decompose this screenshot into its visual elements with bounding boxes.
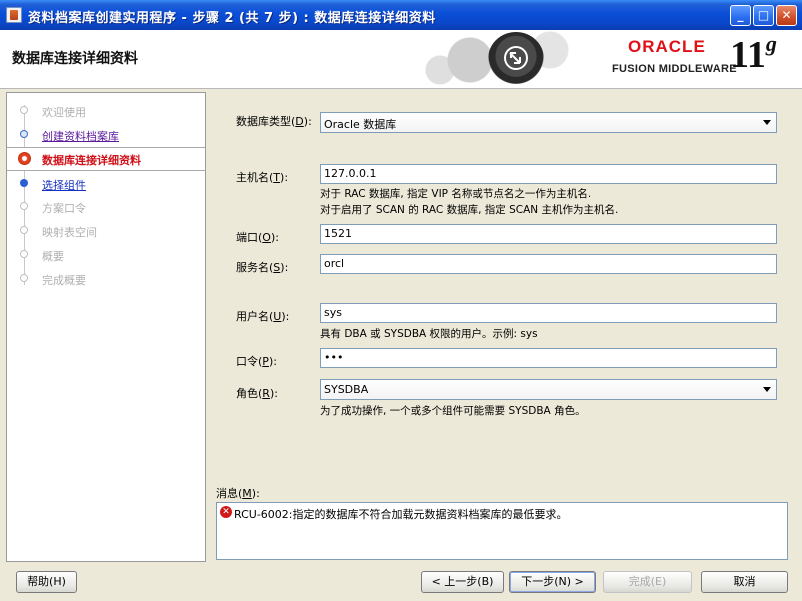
form-panel: 数据库类型(D): Oracle 数据库 主机名(T): 127.0.0.1 对… (208, 92, 798, 560)
next-button[interactable]: 下一步(N) > (509, 571, 596, 593)
current-step-icon (18, 152, 31, 165)
role-select[interactable]: SYSDBA (320, 379, 777, 400)
header-banner: 数据库连接详细资料 ORACLE FUSION MIDDLEWARE 11g (0, 30, 802, 89)
step-navigation: 欢迎使用 创建资料档案库 数据库连接详细资料 选择组件 方案口令 映射表空间 概… (6, 92, 206, 562)
nav-step-label: 欢迎使用 (42, 106, 86, 119)
nav-step-create-repository[interactable]: 创建资料档案库 (7, 124, 205, 146)
nav-step-summary: 概要 (7, 244, 205, 266)
maximize-button[interactable]: □ (753, 5, 774, 26)
cancel-button[interactable]: 取消 (701, 571, 788, 593)
nav-step-schema-passwords: 方案口令 (7, 196, 205, 218)
nav-step-label: 概要 (42, 250, 64, 263)
fusion-middleware-logo: FUSION MIDDLEWARE (612, 63, 737, 75)
role-hint: 为了成功操作, 一个或多个组件可能需要 SYSDBA 角色。 (320, 405, 586, 417)
host-label: 主机名(T): (236, 171, 289, 184)
nav-step-db-connection: 数据库连接详细资料 (7, 147, 205, 171)
back-button[interactable]: < 上一步(B) (421, 571, 504, 593)
version-logo: 11g (730, 31, 777, 76)
db-type-value: Oracle 数据库 (324, 118, 397, 131)
step-indicator-icon (20, 250, 28, 258)
role-value: SYSDBA (324, 383, 369, 396)
chevron-down-icon (763, 387, 771, 392)
finish-button[interactable]: 完成(E) (603, 571, 692, 593)
nav-step-welcome: 欢迎使用 (7, 100, 205, 122)
host-hint-rac: 对于 RAC 数据库, 指定 VIP 名称或节点名之一作为主机名. (320, 188, 592, 200)
oracle-logo: ORACLE (628, 37, 706, 56)
rcu-window: 资料档案库创建实用程序 - 步骤 2 (共 7 步) : 数据库连接详细资料 _… (0, 0, 802, 601)
service-name-input[interactable]: orcl (320, 254, 777, 274)
db-type-label: 数据库类型(D): (236, 115, 312, 128)
password-label: 口令(P): (236, 355, 277, 368)
window-title: 资料档案库创建实用程序 - 步骤 2 (共 7 步) : 数据库连接详细资料 (28, 11, 436, 26)
step-indicator-icon (20, 226, 28, 234)
role-label: 角色(R): (236, 387, 278, 400)
step-indicator-icon (20, 179, 28, 187)
nav-step-select-components[interactable]: 选择组件 (7, 173, 205, 195)
service-label: 服务名(S): (236, 261, 289, 274)
page-title: 数据库连接详细资料 (12, 51, 138, 67)
close-button[interactable]: ✕ (776, 5, 797, 26)
nav-step-label: 数据库连接详细资料 (42, 154, 141, 167)
password-input[interactable]: ••• (320, 348, 777, 368)
step-indicator-icon (20, 130, 28, 138)
help-button[interactable]: 帮助(H) (16, 571, 77, 593)
title-bar: 资料档案库创建实用程序 - 步骤 2 (共 7 步) : 数据库连接详细资料 _… (0, 0, 802, 30)
minimize-button[interactable]: _ (730, 5, 751, 26)
port-input[interactable]: 1521 (320, 224, 777, 244)
db-type-select[interactable]: Oracle 数据库 (320, 112, 777, 133)
username-input[interactable]: sys (320, 303, 777, 323)
host-hint-scan: 对于启用了 SCAN 的 RAC 数据库, 指定 SCAN 主机作为主机名. (320, 204, 619, 216)
nav-step-label: 完成概要 (42, 274, 86, 287)
nav-step-map-tablespaces: 映射表空间 (7, 220, 205, 242)
port-label: 端口(O): (236, 231, 279, 244)
error-message: RCU-6002:指定的数据库不符合加载元数据资料档案库的最低要求。 (234, 508, 568, 521)
connection-gear-icon (488, 32, 544, 86)
nav-step-completion-summary: 完成概要 (7, 268, 205, 290)
nav-step-label: 映射表空间 (42, 226, 97, 239)
step-indicator-icon (20, 106, 28, 114)
chevron-down-icon (763, 120, 771, 125)
username-hint: 具有 DBA 或 SYSDBA 权限的用户。示例: sys (320, 328, 538, 340)
nav-step-label[interactable]: 选择组件 (42, 177, 86, 193)
messages-label: 消息(M): (216, 487, 260, 500)
error-icon: ✕ (220, 506, 232, 518)
username-label: 用户名(U): (236, 310, 290, 323)
step-indicator-icon (20, 274, 28, 282)
nav-step-label: 方案口令 (42, 202, 86, 215)
nav-step-label[interactable]: 创建资料档案库 (42, 128, 119, 144)
step-indicator-icon (20, 202, 28, 210)
messages-area[interactable]: ✕ RCU-6002:指定的数据库不符合加载元数据资料档案库的最低要求。 (216, 502, 788, 560)
java-app-icon (6, 7, 22, 23)
host-input[interactable]: 127.0.0.1 (320, 164, 777, 184)
